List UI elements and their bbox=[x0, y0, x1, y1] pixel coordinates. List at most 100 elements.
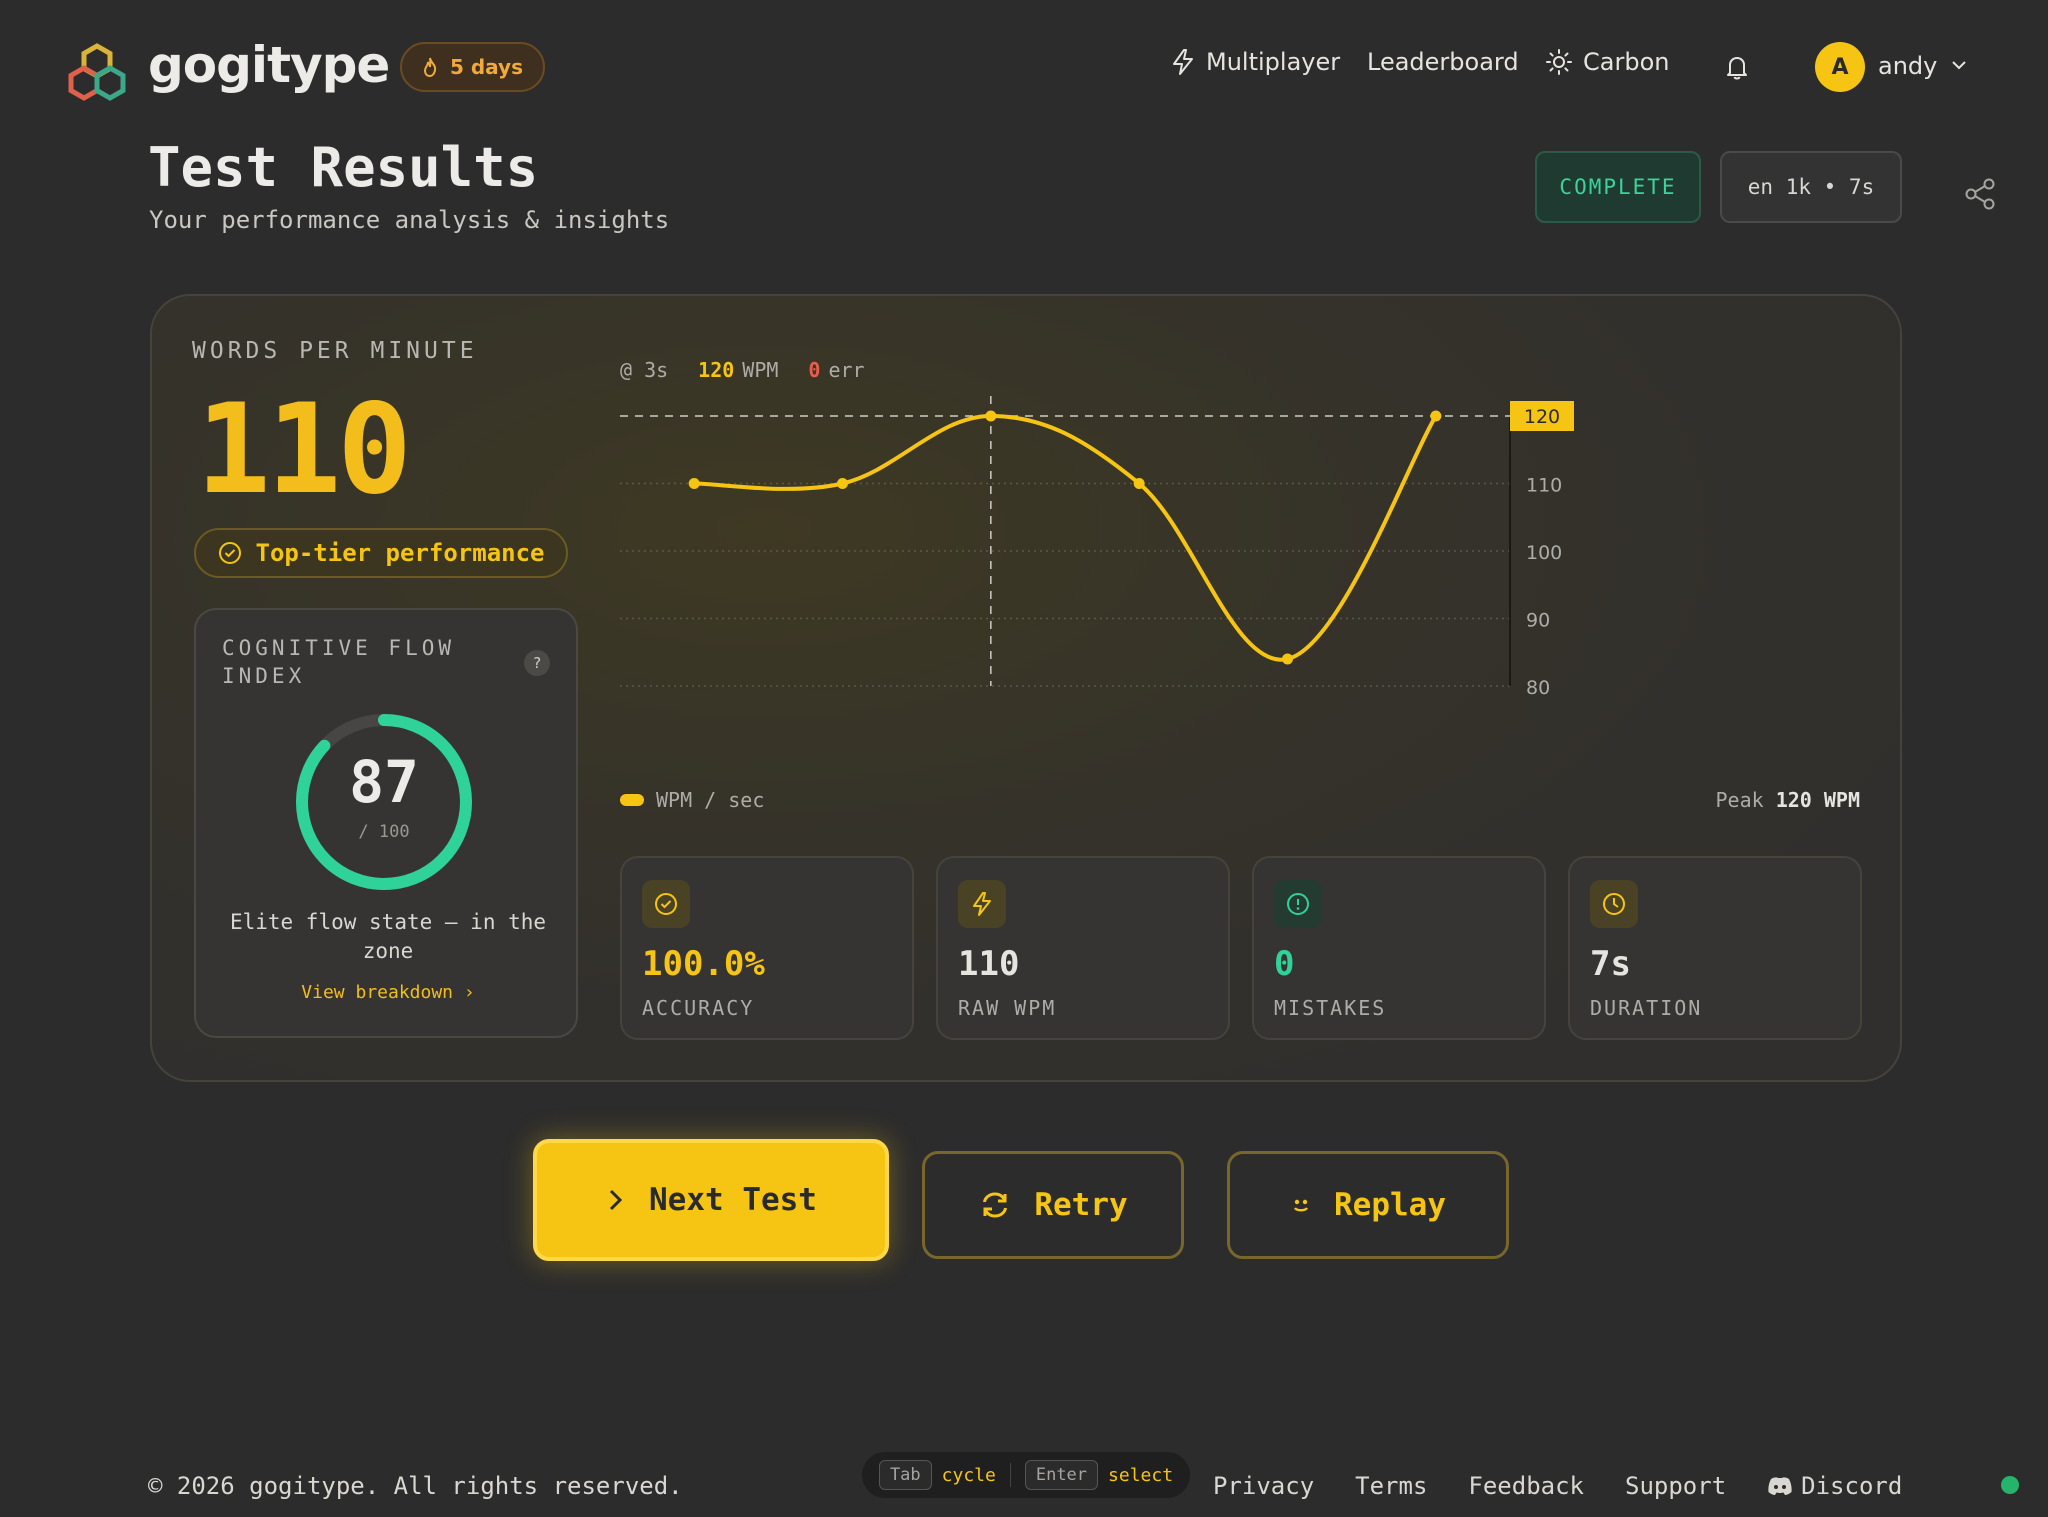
tab-action: cycle bbox=[941, 1464, 996, 1486]
view-breakdown-link[interactable]: View breakdown › bbox=[196, 982, 580, 1003]
user-name[interactable]: andy bbox=[1878, 52, 1937, 80]
legend-label: WPM / sec bbox=[656, 788, 765, 812]
hover-errors: 0 bbox=[808, 358, 821, 382]
y-tick-label: 110 bbox=[1526, 475, 1562, 497]
flame-icon bbox=[423, 57, 437, 77]
flow-description: Elite flow state — in the zone bbox=[229, 910, 547, 963]
stat-duration: 7s DURATION bbox=[1568, 856, 1862, 1040]
nav-multiplayer[interactable]: Multiplayer bbox=[1170, 48, 1340, 76]
help-icon[interactable]: ? bbox=[524, 650, 550, 676]
wpm-data-point bbox=[1133, 478, 1145, 489]
privacy-link[interactable]: Privacy bbox=[1213, 1472, 1314, 1500]
cognitive-flow-card: COGNITIVE FLOW INDEX ? 87 / 100 Elite fl… bbox=[194, 608, 578, 1038]
lightning-icon bbox=[1173, 49, 1193, 75]
discord-link[interactable]: Discord bbox=[1767, 1472, 1902, 1500]
wpm-data-point bbox=[985, 410, 997, 422]
wpm-series-line bbox=[692, 413, 1438, 662]
sun-icon bbox=[1546, 49, 1572, 75]
next-test-label: Next Test bbox=[649, 1182, 817, 1218]
bell-icon[interactable] bbox=[1722, 52, 1752, 82]
wpm-data-point bbox=[837, 478, 848, 489]
nav-multiplayer-label: Multiplayer bbox=[1206, 48, 1341, 76]
copyright: © 2026 gogitype. All rights reserved. bbox=[148, 1472, 683, 1500]
raw-wpm-value: 110 bbox=[958, 944, 1020, 984]
chevron-right-icon: › bbox=[463, 982, 475, 1003]
check-circle-icon bbox=[642, 880, 690, 928]
wpm-value: 110 bbox=[196, 378, 412, 522]
support-link[interactable]: Support bbox=[1625, 1472, 1726, 1500]
y-tick-label-max: 120 bbox=[1524, 406, 1560, 428]
footer-links: Privacy Terms Feedback Support Discord bbox=[1213, 1472, 1902, 1500]
gogitype-logo-icon[interactable] bbox=[62, 40, 132, 110]
avatar[interactable]: A bbox=[1815, 42, 1865, 92]
replay-button[interactable]: Replay bbox=[1227, 1151, 1509, 1259]
hover-time: @ 3s bbox=[620, 358, 669, 382]
lightning-icon bbox=[958, 880, 1006, 928]
flow-title: COGNITIVE FLOW INDEX bbox=[222, 636, 456, 688]
feedback-link[interactable]: Feedback bbox=[1468, 1472, 1584, 1500]
y-tick-label: 90 bbox=[1526, 610, 1550, 632]
chart-hover-readout: @ 3s 120 WPM 0 err bbox=[620, 358, 865, 382]
status-badge: COMPLETE bbox=[1535, 151, 1701, 223]
peak-label: Peak bbox=[1715, 788, 1764, 812]
view-breakdown-label: View breakdown bbox=[301, 982, 454, 1003]
test-mode-badge: en 1k • 7s bbox=[1720, 151, 1902, 223]
performance-tier-badge: Top-tier performance bbox=[194, 528, 568, 578]
brand-name[interactable]: gogitype bbox=[148, 36, 390, 94]
duration-value: 7s bbox=[1590, 944, 1631, 984]
accuracy-label: ACCURACY bbox=[642, 996, 755, 1020]
clock-icon bbox=[1590, 880, 1638, 928]
wpm-data-point bbox=[688, 478, 700, 489]
chevron-down-icon[interactable] bbox=[1950, 58, 1968, 72]
discord-label: Discord bbox=[1801, 1472, 1903, 1500]
wpm-data-point bbox=[1430, 410, 1442, 422]
chevron-right-icon bbox=[609, 1189, 623, 1211]
connection-status-indicator bbox=[2001, 1476, 2019, 1494]
mistakes-value: 0 bbox=[1274, 944, 1295, 984]
results-card: WORDS PER MINUTE 110 Top-tier performanc… bbox=[150, 294, 1902, 1082]
theme-toggle[interactable]: Carbon bbox=[1545, 48, 1669, 76]
refresh-icon bbox=[983, 1192, 1008, 1218]
accuracy-value: 100.0% bbox=[642, 944, 765, 984]
nav-leaderboard[interactable]: Leaderboard bbox=[1367, 48, 1519, 76]
wpm-line-chart[interactable]: 110 100 90 80 120 bbox=[612, 396, 1742, 696]
performance-tier-label: Top-tier performance bbox=[255, 539, 545, 567]
check-circle-icon bbox=[218, 542, 241, 564]
alert-circle-icon bbox=[1274, 880, 1322, 928]
enter-key: Enter bbox=[1024, 1460, 1099, 1490]
hint-divider bbox=[1009, 1463, 1011, 1487]
peak-value: 120 WPM bbox=[1775, 788, 1860, 812]
y-tick-label: 80 bbox=[1526, 677, 1550, 696]
wpm-data-point bbox=[1282, 653, 1293, 665]
legend-swatch bbox=[620, 794, 644, 806]
flow-score-max: / 100 bbox=[358, 822, 410, 842]
enter-action: select bbox=[1108, 1464, 1174, 1486]
retry-label: Retry bbox=[1034, 1187, 1128, 1223]
mistakes-label: MISTAKES bbox=[1274, 996, 1387, 1020]
streak-badge[interactable]: 5 days bbox=[400, 42, 545, 92]
keyboard-hint: Tab cycle Enter select bbox=[862, 1452, 1190, 1498]
duration-label: DURATION bbox=[1590, 996, 1703, 1020]
app-header: gogitype 5 days Multiplayer Leaderboard … bbox=[0, 0, 2048, 134]
wpm-label: WORDS PER MINUTE bbox=[192, 338, 478, 364]
page-subtitle: Your performance analysis & insights bbox=[149, 206, 670, 234]
chart-legend: WPM / sec bbox=[620, 788, 764, 812]
y-tick-label: 100 bbox=[1526, 542, 1562, 564]
stat-accuracy: 100.0% ACCURACY bbox=[620, 856, 914, 1040]
retry-button[interactable]: Retry bbox=[922, 1151, 1184, 1259]
flow-score-value: 87 bbox=[349, 748, 419, 816]
stat-raw-wpm: 110 RAW WPM bbox=[936, 856, 1230, 1040]
tab-key: Tab bbox=[878, 1460, 932, 1490]
discord-icon bbox=[1768, 1477, 1792, 1495]
next-test-button[interactable]: Next Test bbox=[533, 1139, 889, 1261]
share-icon[interactable] bbox=[1962, 176, 1998, 212]
hover-wpm: 120 bbox=[698, 358, 735, 382]
nav-leaderboard-label: Leaderboard bbox=[1367, 48, 1519, 76]
hover-wpm-unit: WPM bbox=[742, 358, 779, 382]
hover-errors-unit: err bbox=[828, 358, 865, 382]
terms-link[interactable]: Terms bbox=[1355, 1472, 1427, 1500]
streak-label: 5 days bbox=[449, 55, 524, 79]
replay-icon bbox=[1294, 1199, 1308, 1212]
replay-label: Replay bbox=[1334, 1187, 1446, 1223]
raw-wpm-label: RAW WPM bbox=[958, 996, 1057, 1020]
